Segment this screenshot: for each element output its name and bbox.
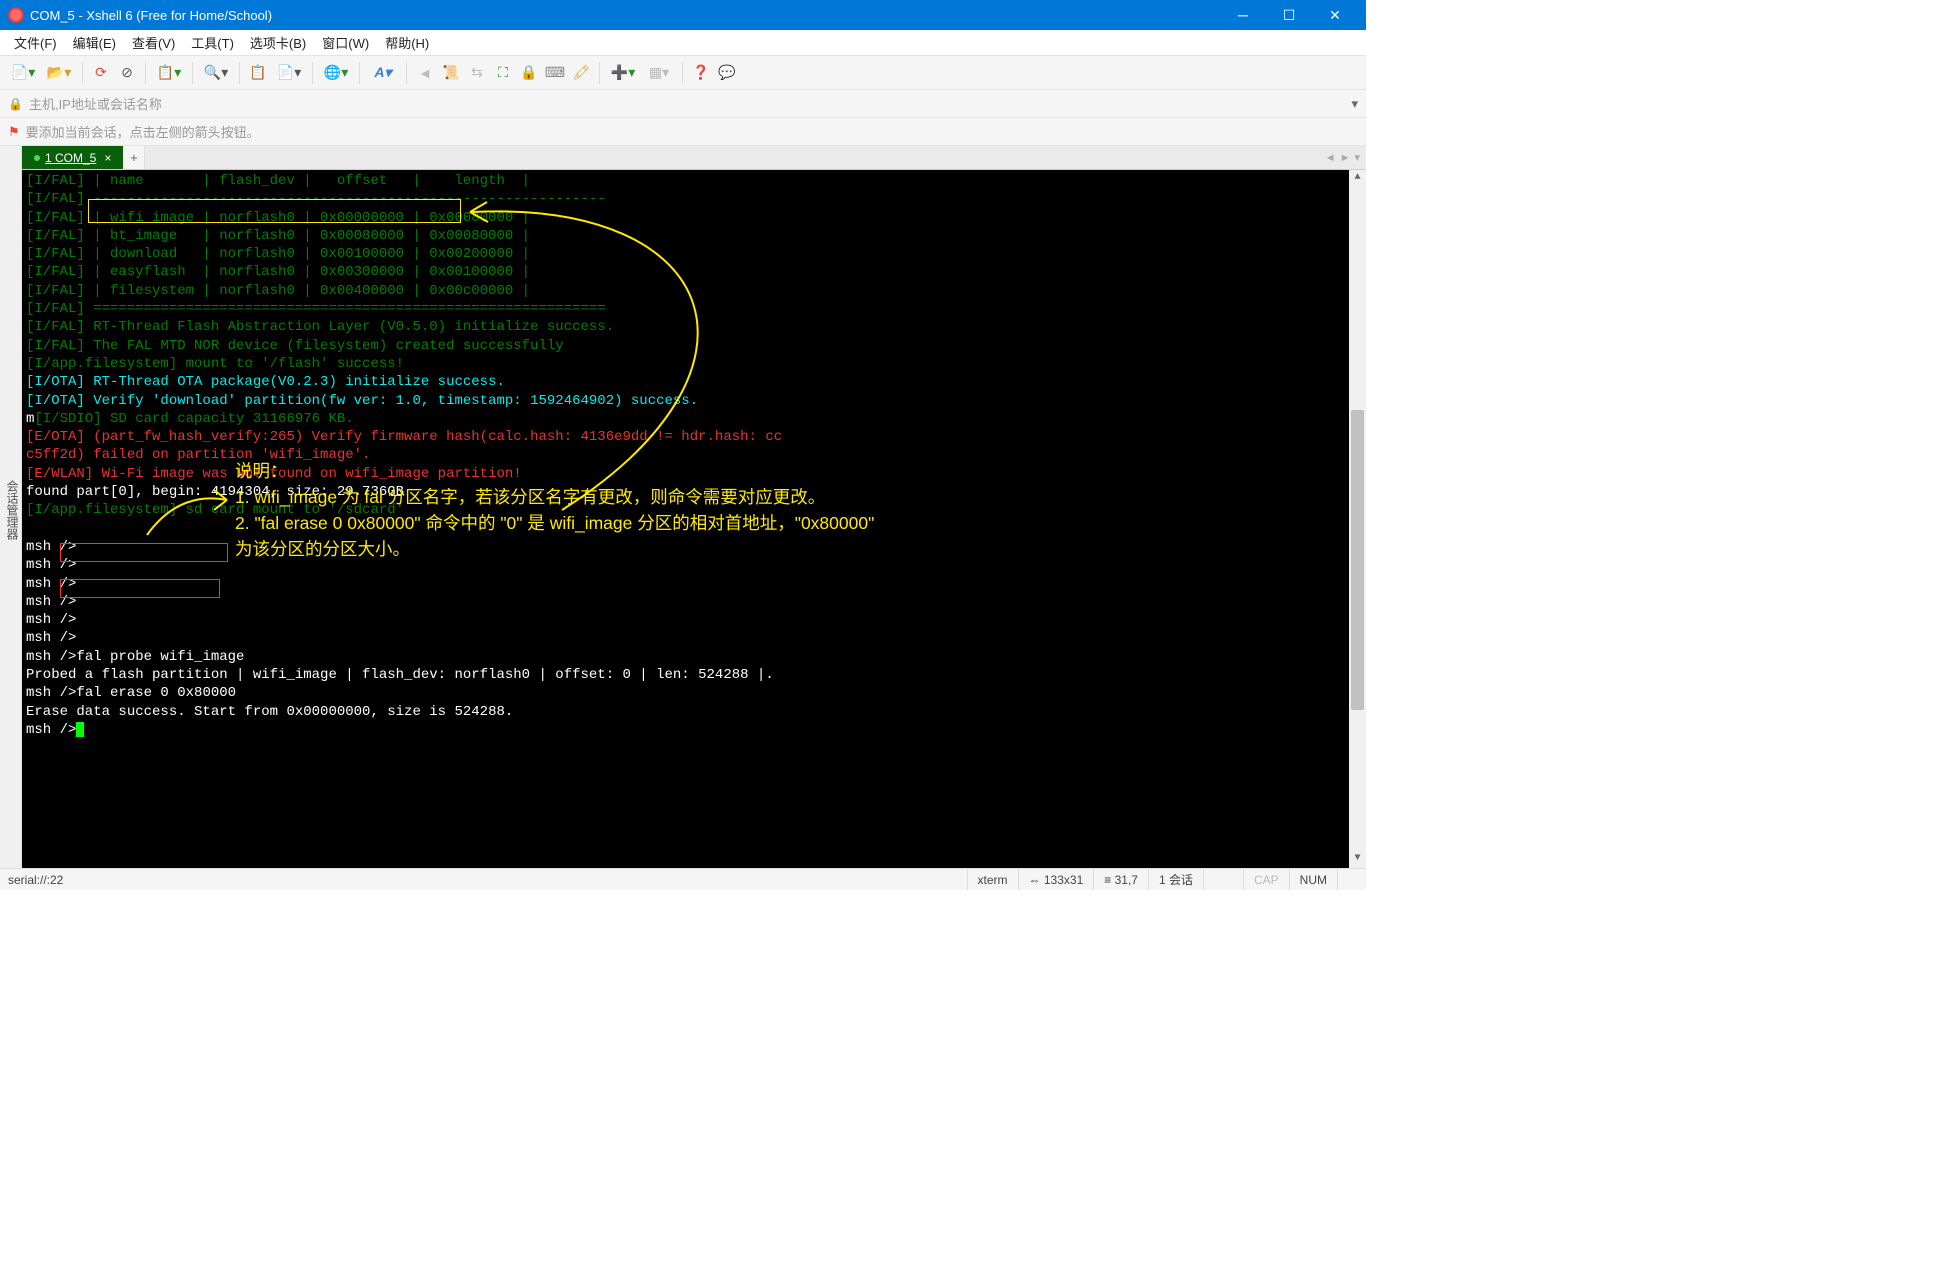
menu-view[interactable]: 查看(V) bbox=[124, 30, 183, 55]
close-button[interactable]: ✕ bbox=[1312, 0, 1358, 30]
fullscreen-button[interactable]: ⛶ bbox=[491, 61, 515, 85]
highlight-button[interactable]: 🖍 bbox=[569, 61, 593, 85]
terminal-content: [I/FAL] | name | flash_dev | offset | le… bbox=[22, 170, 1366, 741]
app-icon bbox=[8, 7, 24, 23]
title-bar: COM_5 - Xshell 6 (Free for Home/School) … bbox=[0, 0, 1366, 30]
session-manager-sidebar[interactable]: 会话管理器 bbox=[0, 146, 22, 868]
font-button[interactable]: A▾ bbox=[366, 61, 400, 85]
transfer-button[interactable]: ⇆ bbox=[465, 61, 489, 85]
annotation-title: 说明： bbox=[235, 458, 1035, 484]
reconnect-button[interactable]: ⟳ bbox=[89, 61, 113, 85]
tab-label: 1 COM_5 bbox=[45, 151, 96, 165]
keyboard-button[interactable]: ⌨ bbox=[543, 61, 567, 85]
address-placeholder: 主机,IP地址或会话名称 bbox=[29, 94, 162, 113]
cursor bbox=[76, 722, 84, 737]
toolbar: 📄▾ 📂▾ ⟳ ⊘ 📋▾ 🔍▾ 📋 📄▾ 🌐▾ A▾ ◄ 📜 ⇆ ⛶ 🔒 ⌨ 🖍… bbox=[0, 56, 1366, 90]
scroll-up-icon[interactable]: ▲ bbox=[1349, 170, 1366, 187]
chat-button[interactable]: 💬 bbox=[715, 61, 739, 85]
status-connection: serial://:22 bbox=[8, 869, 73, 890]
menu-tools[interactable]: 工具(T) bbox=[183, 30, 242, 55]
annotation-text: 说明： 1. wifi_image 为 fal 分区名字，若该分区名字有更改，则… bbox=[235, 458, 1035, 562]
menu-edit[interactable]: 编辑(E) bbox=[65, 30, 124, 55]
window-title: COM_5 - Xshell 6 (Free for Home/School) bbox=[30, 8, 1220, 23]
maximize-button[interactable]: ☐ bbox=[1266, 0, 1312, 30]
separator bbox=[82, 62, 83, 84]
status-cap: CAP bbox=[1243, 869, 1289, 890]
separator bbox=[145, 62, 146, 84]
tab-close-icon[interactable]: × bbox=[104, 151, 111, 165]
menu-window[interactable]: 窗口(W) bbox=[314, 30, 377, 55]
globe-button[interactable]: 🌐▾ bbox=[319, 61, 353, 85]
status-dot-icon bbox=[34, 155, 40, 161]
lock-button[interactable]: 🔒 bbox=[517, 61, 541, 85]
grid-button[interactable]: ▦▾ bbox=[642, 61, 676, 85]
separator bbox=[406, 62, 407, 84]
tab-prev-icon[interactable]: ◄ bbox=[1325, 152, 1336, 164]
separator bbox=[312, 62, 313, 84]
separator bbox=[192, 62, 193, 84]
annotation-line1: 1. wifi_image 为 fal 分区名字，若该分区名字有更改，则命令需要… bbox=[235, 484, 1035, 510]
separator bbox=[682, 62, 683, 84]
disconnect-button[interactable]: ⊘ bbox=[115, 61, 139, 85]
tab-bar: 1 COM_5 × + ◄ ► ▾ bbox=[22, 146, 1366, 170]
scroll-down-icon[interactable]: ▼ bbox=[1349, 851, 1366, 868]
scrollbar[interactable]: ▲ ▼ bbox=[1349, 170, 1366, 868]
paste-button[interactable]: 📄▾ bbox=[272, 61, 306, 85]
address-bar[interactable]: 🔒 主机,IP地址或会话名称 ▾ bbox=[0, 90, 1366, 118]
menu-bar: 文件(F) 编辑(E) 查看(V) 工具(T) 选项卡(B) 窗口(W) 帮助(… bbox=[0, 30, 1366, 56]
tab-com5[interactable]: 1 COM_5 × bbox=[22, 146, 123, 169]
resize-icon: ⇔ bbox=[1029, 873, 1041, 887]
hint-bar: ⚑ 要添加当前会话，点击左侧的箭头按钮。 bbox=[0, 118, 1366, 146]
terminal[interactable]: [I/FAL] | name | flash_dev | offset | le… bbox=[22, 170, 1366, 868]
search-button[interactable]: 🔍▾ bbox=[199, 61, 233, 85]
hint-text: 要添加当前会话，点击左侧的箭头按钮。 bbox=[26, 122, 260, 141]
status-sessions: 1 会话 bbox=[1148, 869, 1203, 890]
highlight-box-fal-erase bbox=[60, 579, 220, 598]
menu-help[interactable]: 帮助(H) bbox=[377, 30, 437, 55]
tab-next-icon[interactable]: ► bbox=[1340, 152, 1351, 164]
new-session-button[interactable]: 📄▾ bbox=[6, 61, 40, 85]
back-button[interactable]: ◄ bbox=[413, 61, 437, 85]
minimize-button[interactable]: ─ bbox=[1220, 0, 1266, 30]
separator bbox=[599, 62, 600, 84]
annotation-line2: 2. "fal erase 0 0x80000" 命令中的 "0" 是 wifi… bbox=[235, 510, 1035, 536]
status-blank2 bbox=[1337, 869, 1358, 890]
highlight-box-wifi-image bbox=[88, 199, 461, 223]
profile-button[interactable]: 📋▾ bbox=[152, 61, 186, 85]
menu-file[interactable]: 文件(F) bbox=[6, 30, 65, 55]
lines-icon: ≡ bbox=[1104, 873, 1111, 887]
menu-tabs[interactable]: 选项卡(B) bbox=[242, 30, 314, 55]
status-blank1 bbox=[1203, 869, 1243, 890]
lock-icon: 🔒 bbox=[8, 97, 23, 111]
scroll-thumb[interactable] bbox=[1351, 410, 1364, 710]
status-position: ≡ 31,7 bbox=[1093, 869, 1148, 890]
copy-button[interactable]: 📋 bbox=[246, 61, 270, 85]
highlight-box-fal-probe bbox=[60, 543, 228, 562]
script-button[interactable]: 📜 bbox=[439, 61, 463, 85]
flag-icon: ⚑ bbox=[8, 124, 20, 140]
sidebar-label: 会话管理器 bbox=[5, 480, 19, 540]
tab-list-icon[interactable]: ▾ bbox=[1354, 151, 1360, 164]
address-dropdown-icon[interactable]: ▾ bbox=[1351, 96, 1358, 112]
annotation-line3: 为该分区的分区大小。 bbox=[235, 536, 1035, 562]
status-bar: serial://:22 xterm ⇔ 133x31 ≡ 31,7 1 会话 … bbox=[0, 868, 1366, 890]
status-num: NUM bbox=[1289, 869, 1337, 890]
separator bbox=[239, 62, 240, 84]
open-button[interactable]: 📂▾ bbox=[42, 61, 76, 85]
tab-nav: ◄ ► ▾ bbox=[1319, 146, 1366, 169]
status-size: ⇔ 133x31 bbox=[1018, 869, 1094, 890]
add-tab-button[interactable]: + bbox=[123, 146, 145, 169]
status-terminal-type: xterm bbox=[967, 869, 1018, 890]
help-button[interactable]: ❓ bbox=[689, 61, 713, 85]
separator bbox=[359, 62, 360, 84]
add-button[interactable]: ➕▾ bbox=[606, 61, 640, 85]
